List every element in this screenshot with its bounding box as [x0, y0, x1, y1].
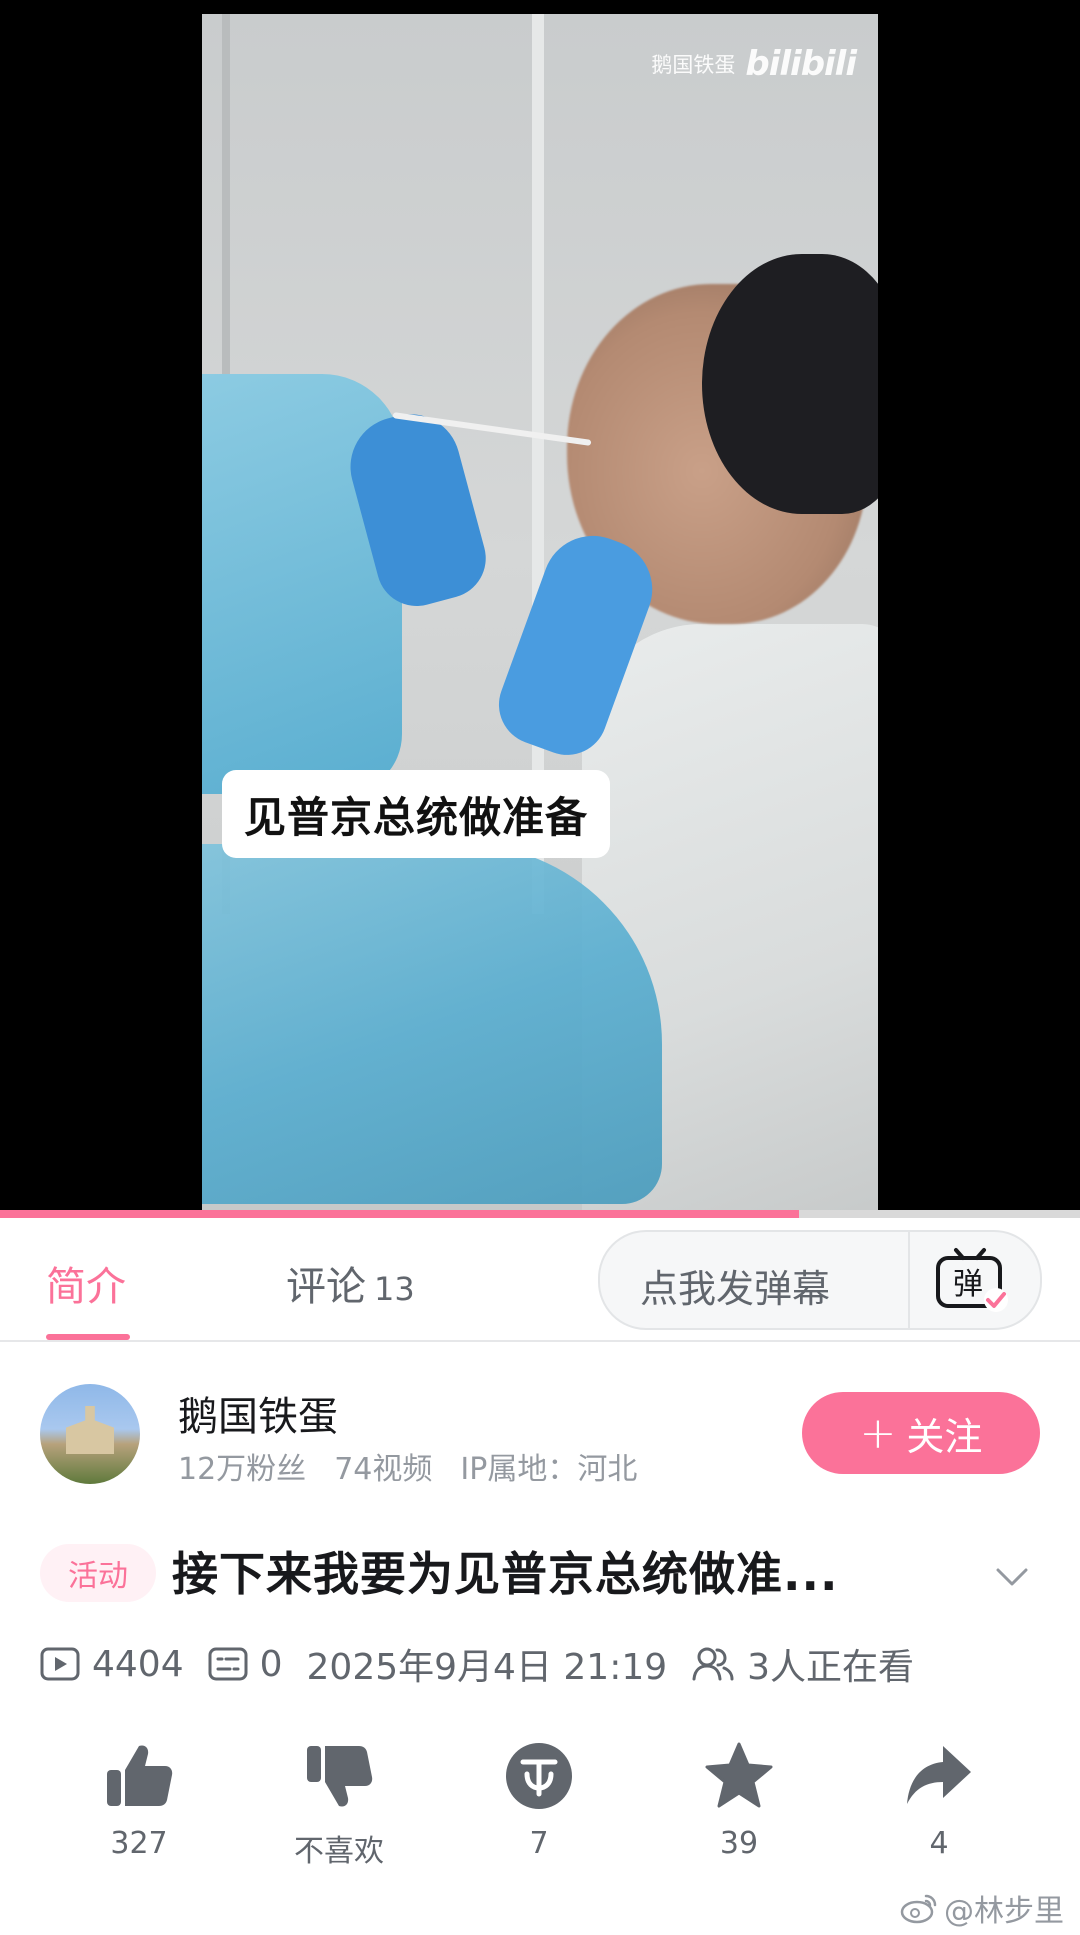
medic-arm: [202, 844, 662, 1204]
weibo-icon: [900, 1894, 937, 1924]
follow-label: 关注: [906, 1414, 983, 1459]
danmaku-count-icon: [208, 1647, 248, 1681]
thumbs-down-icon: [307, 1746, 373, 1807]
uploader-ip-location: IP属地：河北: [460, 1452, 638, 1487]
share-count: 4: [929, 1826, 949, 1861]
video-watermark: 鹅国铁蛋 bilibili: [651, 44, 857, 84]
bilibili-logo: bilibili: [745, 44, 857, 84]
watching-now: 3人正在看: [691, 1638, 914, 1690]
danmaku-toggle-icon[interactable]: 弹: [930, 1246, 1010, 1314]
publish-datetime-value: 2025年9月4日 21:19: [306, 1647, 668, 1688]
thumbs-up-icon: [107, 1745, 173, 1806]
tab-comments-label: 评论: [286, 1264, 366, 1310]
tab-comments[interactable]: 评论 13: [286, 1254, 415, 1312]
publish-datetime: 2025年9月4日 21:19: [307, 1638, 668, 1690]
video-player[interactable]: 鹅国铁蛋 bilibili 见普京总统做准备: [0, 0, 1080, 1218]
watermark-uploader: 鹅国铁蛋: [651, 53, 736, 77]
uploader-avatar[interactable]: [40, 1384, 140, 1484]
coin-icon: [506, 1743, 572, 1809]
uploader-video-count: 74视频: [334, 1452, 433, 1487]
danmaku-divider: [908, 1232, 910, 1328]
video-title: 接下来我要为见普京总统做准...: [172, 1547, 839, 1601]
danmaku-icon-glyph: 弹: [953, 1267, 983, 1302]
watching-now-value: 3人正在看: [747, 1647, 915, 1688]
activity-badge[interactable]: 活动: [40, 1544, 156, 1602]
like-count: 327: [110, 1826, 168, 1861]
video-progress-bar[interactable]: [0, 1210, 1080, 1218]
coin-button[interactable]: 7: [464, 1740, 614, 1861]
dislike-label: 不喜欢: [294, 1834, 384, 1869]
share-icon: [907, 1746, 971, 1804]
video-caption: 见普京总统做准备: [222, 770, 611, 858]
chevron-down-icon[interactable]: [994, 1558, 1030, 1594]
play-count: 4404: [40, 1644, 184, 1685]
video-progress-fill: [0, 1210, 800, 1218]
video-stats: 4404 0 2025年9月4日 21:19 3人正在看: [40, 1636, 938, 1692]
tab-intro-label: 简介: [46, 1264, 126, 1310]
uploader-fans: 12万粉丝: [178, 1452, 307, 1487]
like-button[interactable]: 327: [64, 1740, 214, 1861]
plus-icon: +: [859, 1407, 897, 1459]
tab-intro[interactable]: 简介: [46, 1254, 126, 1312]
danmaku-send-box: 点我发弹幕 弹: [598, 1230, 1042, 1330]
share-button[interactable]: 4: [864, 1740, 1014, 1861]
video-title-row: 活动 接下来我要为见普京总统做准...: [0, 1520, 1080, 1630]
danmaku-input[interactable]: 点我发弹幕: [640, 1258, 830, 1313]
viewers-icon: [692, 1647, 734, 1681]
play-count-value: 4404: [92, 1643, 184, 1685]
uploader-meta: 12万粉丝 74视频 IP属地：河北: [178, 1444, 637, 1488]
uploader-row: 鹅国铁蛋 12万粉丝 74视频 IP属地：河北 + 关注: [0, 1340, 1080, 1520]
weibo-watermark: @林步里: [900, 1886, 1064, 1930]
favorite-count: 39: [719, 1826, 759, 1861]
avatar-building: [66, 1406, 114, 1454]
video-frame[interactable]: 鹅国铁蛋 bilibili 见普京总统做准备: [202, 14, 878, 1218]
favorite-button[interactable]: 39: [664, 1740, 814, 1861]
danmaku-count: 0: [208, 1644, 283, 1685]
tab-bar: 简介 评论 13 点我发弹幕 弹: [0, 1218, 1080, 1342]
weibo-handle: @林步里: [944, 1894, 1064, 1929]
action-bar: 327 不喜欢 7 39 4: [0, 1740, 1080, 1900]
uploader-name[interactable]: 鹅国铁蛋: [178, 1384, 338, 1442]
dislike-button[interactable]: 不喜欢: [264, 1740, 414, 1870]
comment-count: 13: [374, 1270, 415, 1308]
follow-button[interactable]: + 关注: [802, 1392, 1040, 1474]
play-count-icon: [40, 1647, 80, 1681]
danmaku-count-value: 0: [259, 1643, 283, 1685]
coin-count: 7: [529, 1826, 549, 1861]
star-icon: [705, 1742, 773, 1808]
